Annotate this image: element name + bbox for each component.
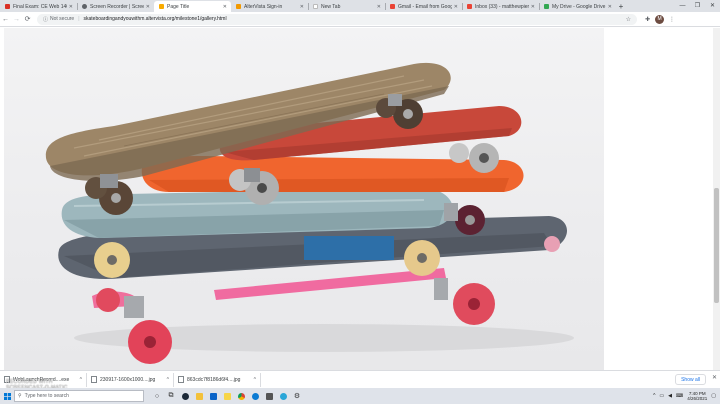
toolbar-actions: ✚ M ⋮: [645, 14, 675, 24]
forward-arrow-icon[interactable]: →: [11, 12, 22, 27]
store-icon[interactable]: [262, 388, 276, 404]
download-file-name: 230917-1600x1000....jpg: [100, 376, 156, 383]
sticky-notes-icon[interactable]: [220, 388, 234, 404]
steam-icon[interactable]: [178, 388, 192, 404]
menu-dots-icon[interactable]: ⋮: [669, 16, 675, 23]
download-shelf: WebLaunchRecord....exe ^ 230917-1600x100…: [0, 370, 720, 388]
security-label[interactable]: Not secure: [50, 16, 74, 22]
file-icon: [178, 376, 184, 383]
tab-title: Gmail - Email from Google: [398, 3, 452, 10]
tab-close-icon[interactable]: ✕: [608, 4, 612, 10]
system-tray: ^ ▭ ◀ ⌨ 7:40 PM 4/26/2021 ▢: [653, 388, 716, 404]
task-view-icon[interactable]: ⧉: [164, 388, 178, 404]
address-bar[interactable]: ⓘ Not secure | skateboardingandyouwithm.…: [37, 13, 637, 25]
skateboard-gallery-image: [4, 28, 604, 370]
tab-strip: Final Exam: CE Web 1400 ✕ Screen Recorde…: [0, 0, 720, 12]
windows-taskbar: ⚲ Type here to search ○ ⧉ ⚙ ^ ▭ ◀ ⌨ 7:40…: [0, 388, 720, 404]
tab-page-title[interactable]: Page Title ✕: [154, 1, 231, 12]
tab-close-icon[interactable]: ✕: [300, 4, 304, 10]
tab-title: My Drive - Google Drive: [552, 3, 606, 10]
download-item[interactable]: 863cdc7f8186d6f4....jpg ^: [174, 372, 261, 387]
tab-favicon-icon: [82, 4, 87, 9]
window-controls: — ❐ ✕: [675, 0, 720, 12]
file-icon: [91, 376, 97, 383]
chevron-up-icon[interactable]: ^: [254, 377, 256, 383]
skateboard-stack-illustration: [45, 62, 574, 364]
tab-close-icon[interactable]: ✕: [454, 4, 458, 10]
notifications-icon[interactable]: ▢: [711, 393, 716, 399]
gmail-icon: [390, 4, 395, 9]
network-icon[interactable]: ▭: [659, 393, 664, 399]
tab-title: Screen Recorder | Screencast: [90, 3, 144, 10]
chevron-up-icon[interactable]: ^: [167, 377, 169, 383]
gmail-icon: [467, 4, 472, 9]
tab-close-icon[interactable]: ✕: [531, 4, 535, 10]
tab-new-tab[interactable]: New Tab ✕: [308, 1, 385, 12]
scrollbar-thumb[interactable]: [714, 188, 719, 303]
search-icon: ⚲: [18, 393, 22, 399]
maximize-icon[interactable]: ❐: [690, 0, 705, 12]
taskbar-search-input[interactable]: ⚲ Type here to search: [14, 390, 144, 402]
tab-title: AlterVista Sign-in: [244, 3, 283, 10]
tab-altervista-sign-in[interactable]: AlterVista Sign-in ✕: [231, 1, 308, 12]
chevron-up-icon[interactable]: ^: [80, 377, 82, 383]
tab-close-icon[interactable]: ✕: [69, 4, 73, 10]
close-icon[interactable]: ✕: [712, 374, 717, 381]
taskbar-clock[interactable]: 7:40 PM 4/26/2021: [687, 391, 707, 401]
extensions-icon[interactable]: ✚: [645, 16, 650, 23]
tab-close-icon[interactable]: ✕: [146, 4, 150, 10]
tab-close-icon[interactable]: ✕: [223, 4, 227, 10]
warning-icon[interactable]: ⓘ: [43, 16, 48, 23]
volume-icon[interactable]: ◀: [668, 393, 672, 399]
bookmark-star-icon[interactable]: ☆: [626, 16, 631, 23]
screen: Final Exam: CE Web 1400 ✕ Screen Recorde…: [0, 0, 720, 404]
settings-gear-icon[interactable]: ⚙: [290, 388, 304, 404]
tab-final-exam[interactable]: Final Exam: CE Web 1400 ✕: [0, 1, 77, 12]
tab-google-drive[interactable]: My Drive - Google Drive ✕: [539, 1, 616, 12]
tab-gmail[interactable]: Gmail - Email from Google ✕: [385, 1, 462, 12]
page-viewport: [0, 28, 720, 370]
tab-inbox[interactable]: Inbox (33) - matthewpierce ✕: [462, 1, 539, 12]
new-tab-button[interactable]: +: [616, 1, 626, 12]
tab-title: Final Exam: CE Web 1400: [13, 3, 67, 10]
search-placeholder: Type here to search: [24, 393, 69, 399]
tab-title: New Tab: [321, 3, 341, 10]
google-drive-icon: [544, 4, 549, 9]
reload-icon[interactable]: ⟳: [22, 12, 33, 27]
screen-recorder-icon[interactable]: [276, 388, 290, 404]
keyboard-icon[interactable]: ⌨: [676, 393, 683, 399]
tab-title: Page Title: [167, 3, 190, 10]
download-file-name: 863cdc7f8186d6f4....jpg: [187, 376, 241, 383]
clock-date: 4/26/2021: [687, 396, 708, 401]
tab-title: Inbox (33) - matthewpierce: [475, 3, 529, 10]
browser-toolbar: ← → ⟳ ⓘ Not secure | skateboardingandyou…: [0, 12, 720, 27]
show-all-button[interactable]: Show all: [675, 374, 706, 385]
chrome-icon[interactable]: [234, 388, 248, 404]
avatar[interactable]: M: [655, 14, 665, 24]
tab-close-icon[interactable]: ✕: [377, 4, 381, 10]
url-text[interactable]: skateboardingandyouwithm.altervista.org/…: [84, 16, 626, 22]
download-item[interactable]: 230917-1600x1000....jpg ^: [87, 372, 174, 387]
tab-favicon-icon: [236, 4, 241, 9]
back-arrow-icon[interactable]: ←: [0, 12, 11, 27]
file-explorer-icon[interactable]: [192, 388, 206, 404]
close-window-icon[interactable]: ✕: [705, 0, 720, 12]
tab-favicon-icon: [159, 4, 164, 9]
tab-favicon-icon: [313, 4, 318, 9]
page-scrollbar[interactable]: [713, 28, 720, 370]
omnibox-divider: |: [78, 16, 80, 22]
tab-favicon-icon: [5, 4, 10, 9]
edge-icon[interactable]: [248, 388, 262, 404]
minimize-icon[interactable]: —: [675, 0, 690, 12]
windows-start-icon[interactable]: [0, 388, 14, 404]
cortana-icon[interactable]: ○: [150, 388, 164, 404]
chevron-up-icon[interactable]: ^: [653, 393, 655, 399]
mail-icon[interactable]: [206, 388, 220, 404]
tab-screen-recorder[interactable]: Screen Recorder | Screencast ✕: [77, 1, 154, 12]
